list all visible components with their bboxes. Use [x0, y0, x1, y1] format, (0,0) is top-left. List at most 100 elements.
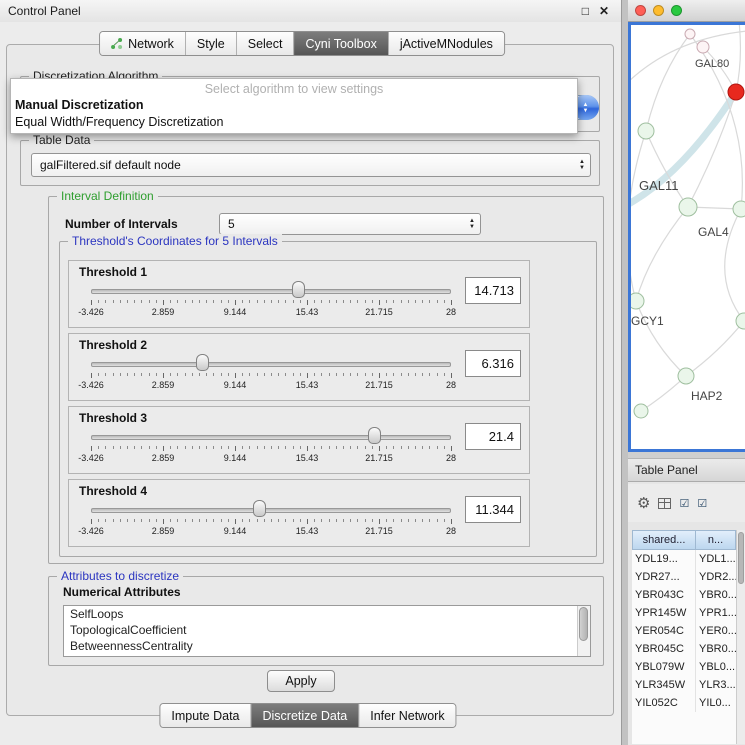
table-cell: YBL079W — [632, 658, 696, 676]
attribute-list-item[interactable]: TopologicalCoefficient — [64, 622, 590, 638]
combobox-stepper-icon[interactable]: ▲▼ — [469, 218, 475, 230]
list-scrollbar[interactable] — [577, 606, 590, 656]
network-edge[interactable] — [646, 131, 688, 207]
network-node[interactable] — [634, 404, 648, 418]
attributes-group: Attributes to discretize Numerical Attri… — [48, 576, 604, 666]
close-window-icon[interactable] — [635, 5, 646, 16]
table-row[interactable]: YBR043CYBR0... — [632, 586, 736, 604]
network-edge[interactable] — [686, 321, 744, 376]
table-row[interactable]: YDL19...YDL1... — [632, 550, 736, 568]
table-scrollbar-thumb[interactable] — [738, 532, 744, 584]
table-cell: YDR2... — [696, 568, 736, 586]
threshold-slider[interactable]: -3.4262.8599.14415.4321.71528 — [91, 279, 451, 323]
network-node[interactable] — [638, 123, 654, 139]
table-rows: YDL19...YDL1...YDR27...YDR2...YBR043CYBR… — [632, 550, 736, 744]
table-scrollbar[interactable] — [736, 530, 745, 744]
attribute-list-item[interactable]: BetweennessCentrality — [64, 638, 590, 654]
network-node-label: GAL4 — [698, 225, 729, 239]
column-header[interactable]: shared... — [632, 530, 696, 550]
threshold-label: Threshold 4 — [79, 484, 147, 498]
columns-icon[interactable] — [658, 498, 671, 509]
tab-network[interactable]: Network — [100, 32, 186, 55]
float-window-icon[interactable]: □ — [582, 4, 589, 18]
column-header[interactable]: n... — [696, 530, 736, 550]
tab-select[interactable]: Select — [237, 32, 295, 55]
network-window-titlebar[interactable] — [628, 0, 745, 22]
network-node[interactable] — [685, 29, 695, 39]
table-data-group-title: Table Data — [29, 133, 94, 147]
network-edge[interactable] — [641, 376, 686, 411]
threshold-slider[interactable]: -3.4262.8599.14415.4321.71528 — [91, 352, 451, 396]
table-row[interactable]: YDR27...YDR2... — [632, 568, 736, 586]
table-row[interactable]: YER054CYER0... — [632, 622, 736, 640]
network-canvas[interactable]: GAL80GAL11GAL4GCY1HAP2 — [631, 25, 745, 449]
dropdown-option[interactable]: Manual Discretization — [11, 97, 577, 114]
network-edge[interactable] — [736, 25, 740, 92]
numerical-attributes-list[interactable]: SelfLoopsTopologicalCoefficientBetweenne… — [63, 605, 591, 657]
minimize-window-icon[interactable] — [653, 5, 664, 16]
apply-button[interactable]: Apply — [267, 670, 335, 692]
table-cell: YER0... — [696, 622, 736, 640]
table-cell: YBR0... — [696, 640, 736, 658]
network-node[interactable] — [678, 368, 694, 384]
network-edge[interactable] — [636, 301, 686, 376]
interval-definition-group-title: Interval Definition — [57, 189, 158, 203]
slider-track — [91, 435, 451, 440]
network-edge[interactable] — [636, 207, 688, 301]
window-title: Control Panel — [8, 4, 81, 18]
network-node-label: GCY1 — [631, 314, 664, 328]
threshold-value-field[interactable]: 11.344 — [465, 496, 521, 523]
table-row[interactable]: YPR145WYPR1... — [632, 604, 736, 622]
network-node-label: GAL80 — [695, 58, 729, 70]
close-window-icon[interactable]: ✕ — [599, 4, 609, 18]
table-cell: YPR145W — [632, 604, 696, 622]
network-node[interactable] — [728, 84, 744, 100]
tab-jactivemnodules[interactable]: jActiveMNodules — [389, 32, 504, 55]
table-row[interactable]: YBL079WYBL0... — [632, 658, 736, 676]
network-node[interactable] — [697, 41, 709, 53]
zoom-window-icon[interactable] — [671, 5, 682, 16]
tab-discretize-data[interactable]: Discretize Data — [252, 704, 360, 727]
tab-label: Impute Data — [171, 709, 239, 723]
combobox-stepper-icon[interactable]: ▲▼ — [579, 159, 585, 171]
tab-impute-data[interactable]: Impute Data — [160, 704, 251, 727]
slider-thumb[interactable] — [253, 500, 266, 517]
arrow-down-icon: ▼ — [469, 224, 475, 230]
network-node[interactable] — [736, 313, 745, 329]
slider-thumb[interactable] — [196, 354, 209, 371]
slider-thumb[interactable] — [368, 427, 381, 444]
checkbox-icon[interactable]: ☑ — [697, 497, 707, 510]
tab-label: Network — [128, 37, 174, 51]
arrow-down-icon: ▼ — [579, 165, 585, 171]
tab-infer-network[interactable]: Infer Network — [359, 704, 455, 727]
threshold-value-field[interactable]: 14.713 — [465, 277, 521, 304]
threshold-value-field[interactable]: 21.4 — [465, 423, 521, 450]
interval-definition-group: Interval Definition Number of Intervals … — [48, 196, 604, 564]
tab-style[interactable]: Style — [186, 32, 237, 55]
list-scrollbar-thumb[interactable] — [579, 607, 588, 641]
threshold-slider[interactable]: -3.4262.8599.14415.4321.71528 — [91, 498, 451, 542]
attribute-list-item[interactable]: SelfLoops — [64, 606, 590, 622]
dropdown-prompt: Select algorithm to view settings — [11, 81, 577, 97]
threshold-slider[interactable]: -3.4262.8599.14415.4321.71528 — [91, 425, 451, 469]
table-data-combobox[interactable]: galFiltered.sif default node ▲▼ — [31, 153, 591, 177]
network-node[interactable] — [631, 293, 644, 309]
table-cell: YLR345W — [632, 676, 696, 694]
numerical-attributes-label: Numerical Attributes — [63, 585, 181, 599]
number-of-intervals-combobox[interactable]: 5 ▲▼ — [219, 213, 481, 235]
threshold-value-field[interactable]: 6.316 — [465, 350, 521, 377]
dropdown-option[interactable]: Equal Width/Frequency Discretization — [11, 114, 577, 131]
slider-thumb[interactable] — [292, 281, 305, 298]
network-node[interactable] — [733, 201, 745, 217]
network-edge[interactable] — [631, 131, 646, 301]
table-row[interactable]: YLR345WYLR3... — [632, 676, 736, 694]
table-panel: Table Panel ⚙ ☑ ☑ shared...n... YDL19...… — [628, 458, 745, 745]
tab-cyni-toolbox[interactable]: Cyni Toolbox — [294, 32, 388, 55]
network-edge[interactable] — [646, 34, 690, 131]
table-cell: YBR045C — [632, 640, 696, 658]
network-node[interactable] — [679, 198, 697, 216]
table-row[interactable]: YIL052CYIL0... — [632, 694, 736, 712]
checkbox-icon[interactable]: ☑ — [679, 497, 689, 510]
gear-icon[interactable]: ⚙ — [637, 494, 650, 512]
table-row[interactable]: YBR045CYBR0... — [632, 640, 736, 658]
